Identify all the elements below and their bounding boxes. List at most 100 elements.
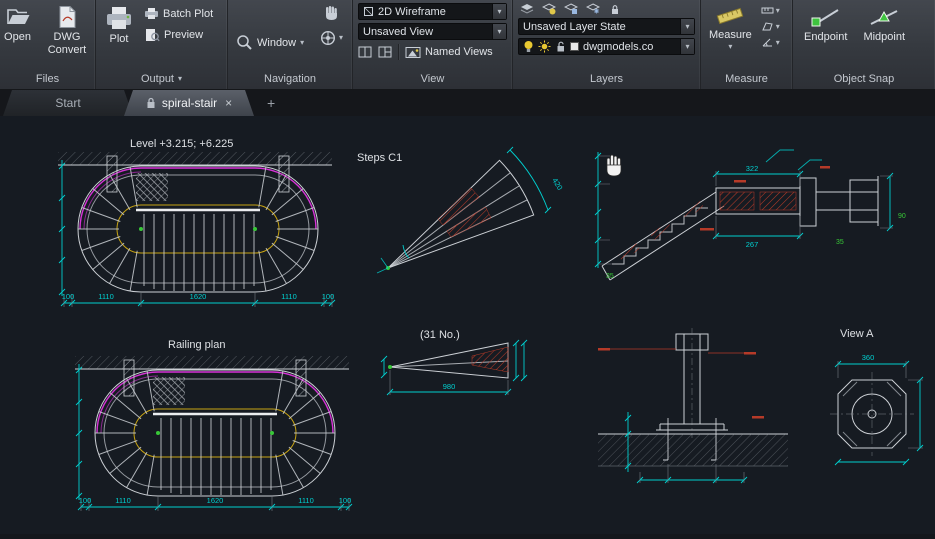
panel-files-body: Open DWG Convert bbox=[0, 0, 95, 69]
measure-dropdown-icon[interactable]: ▾ bbox=[728, 43, 732, 51]
open-label: Open bbox=[4, 31, 31, 43]
svg-text:1110: 1110 bbox=[98, 292, 114, 301]
view-label: View bbox=[420, 73, 445, 85]
output-label: Output bbox=[140, 73, 174, 85]
svg-text:360: 360 bbox=[862, 353, 875, 362]
measure-area-icon bbox=[762, 22, 773, 31]
pan-button[interactable] bbox=[323, 5, 339, 21]
dwg-convert-label: DWG Convert bbox=[47, 31, 87, 57]
preview-button[interactable]: Preview bbox=[141, 26, 216, 44]
layer-properties-icon[interactable] bbox=[520, 3, 534, 15]
tab-spiral-stair[interactable]: spiral-stair × bbox=[124, 90, 254, 116]
svg-text:1620: 1620 bbox=[190, 292, 207, 301]
layers-label: Layers bbox=[589, 73, 624, 85]
midpoint-snap-button[interactable]: Midpoint bbox=[860, 3, 908, 66]
plot-button[interactable]: Plot bbox=[101, 3, 137, 66]
model-space-canvas[interactable]: Level +3.215; +6.225 Steps C1 Railing pl… bbox=[0, 116, 935, 534]
measure-distance-icon bbox=[761, 7, 774, 14]
measure-area-button[interactable]: ▾ bbox=[761, 21, 780, 32]
plan-view-level: 100 1110 1620 1110 100 bbox=[56, 150, 337, 309]
svg-text:1110: 1110 bbox=[115, 496, 131, 505]
layer-freeze-icon[interactable] bbox=[586, 3, 600, 15]
viewport-config-icon[interactable] bbox=[358, 46, 372, 58]
panel-view: 2D Wireframe ▾ Unsaved View ▾ Named View… bbox=[353, 0, 513, 89]
navigation-label: Navigation bbox=[264, 73, 316, 85]
visual-style-dropdown-icon[interactable]: ▾ bbox=[492, 4, 506, 19]
pan-hand-icon bbox=[326, 6, 338, 20]
view-combo[interactable]: Unsaved View ▾ bbox=[358, 23, 507, 40]
panel-label-object-snap: Object Snap bbox=[793, 69, 935, 89]
svg-text:1110: 1110 bbox=[298, 496, 314, 505]
level-label: Level +3.215; +6.225 bbox=[130, 138, 233, 150]
panel-navigation: Window ▾ ▾ Navigation bbox=[228, 0, 353, 89]
layer-color-swatch[interactable] bbox=[570, 42, 579, 51]
plot-printer-icon bbox=[107, 7, 131, 29]
measure-button[interactable]: Measure ▾ bbox=[706, 3, 755, 66]
panel-measure: Measure ▾ ▾ ▾ ▾ Measure bbox=[701, 0, 793, 89]
measure-label: Measure bbox=[725, 73, 768, 85]
panel-label-view: View bbox=[353, 69, 512, 89]
layer-state-dropdown-icon[interactable]: ▾ bbox=[680, 19, 694, 34]
svg-text:267: 267 bbox=[746, 240, 759, 249]
unlock-icon[interactable] bbox=[555, 40, 566, 53]
dwg-convert-button[interactable]: DWG Convert bbox=[40, 3, 94, 66]
layer-isolate-icon[interactable] bbox=[564, 3, 578, 15]
tab-start[interactable]: Start bbox=[3, 90, 133, 116]
ribbon: Open DWG Convert Files Plot Batch Plot P… bbox=[0, 0, 935, 90]
dwg-file-icon bbox=[59, 6, 76, 28]
preview-label: Preview bbox=[164, 29, 204, 41]
endpoint-snap-button[interactable]: Endpoint bbox=[801, 3, 850, 66]
svg-text:100: 100 bbox=[62, 292, 75, 301]
zoom-window-button[interactable]: Window ▾ bbox=[233, 19, 307, 66]
object-snap-label: Object Snap bbox=[833, 73, 895, 85]
open-button[interactable]: Open bbox=[1, 3, 34, 66]
batch-plot-label: Batch Plot bbox=[163, 7, 214, 20]
svg-text:100: 100 bbox=[339, 496, 352, 505]
railing-plan-view: 100 1110 1620 1110 100 bbox=[73, 354, 354, 513]
file-tab-bar: Start spiral-stair × + bbox=[0, 90, 935, 116]
measure-angle-button[interactable]: ▾ bbox=[761, 37, 780, 48]
batch-plot-button[interactable]: Batch Plot bbox=[141, 5, 216, 22]
steering-wheel-button[interactable]: ▾ bbox=[320, 30, 343, 46]
measure-label-text: Measure bbox=[709, 29, 752, 41]
visual-style-combo[interactable]: 2D Wireframe ▾ bbox=[358, 3, 507, 20]
panel-view-body: 2D Wireframe ▾ Unsaved View ▾ Named View… bbox=[353, 0, 512, 69]
output-expander-icon[interactable]: ▾ bbox=[178, 75, 182, 83]
panel-label-navigation: Navigation bbox=[228, 69, 352, 89]
svg-text:1620: 1620 bbox=[207, 496, 224, 505]
svg-text:980: 980 bbox=[443, 382, 456, 391]
panel-object-snap-body: Endpoint Midpoint bbox=[793, 0, 935, 69]
panel-files: Open DWG Convert Files bbox=[0, 0, 96, 89]
new-tab-button[interactable]: + bbox=[259, 90, 283, 116]
wireframe-icon bbox=[364, 7, 373, 16]
preview-icon bbox=[146, 29, 160, 42]
lock-icon bbox=[146, 97, 156, 109]
viewport-join-icon[interactable] bbox=[378, 46, 392, 58]
zoom-window-label: Window bbox=[257, 36, 297, 49]
layer-state-combo[interactable]: Unsaved Layer State ▾ bbox=[518, 18, 695, 35]
layer-combo[interactable]: dwgmodels.co ▾ bbox=[518, 38, 695, 55]
panel-layers: Unsaved Layer State ▾ dwgmodels.co ▾ Lay… bbox=[513, 0, 701, 89]
count-label: (31 No.) bbox=[420, 329, 460, 341]
named-views-button[interactable]: Named Views bbox=[405, 46, 493, 59]
visual-style-value: 2D Wireframe bbox=[378, 5, 446, 18]
drawing-viewport[interactable]: Level +3.215; +6.225 Steps C1 Railing pl… bbox=[0, 116, 935, 534]
view-a-label: View A bbox=[840, 328, 874, 340]
svg-text:100: 100 bbox=[322, 292, 335, 301]
sun-thaw-icon[interactable] bbox=[538, 40, 551, 53]
measure-distance-button[interactable]: ▾ bbox=[761, 5, 780, 16]
layer-off-icon[interactable] bbox=[542, 3, 556, 15]
bulb-on-icon[interactable] bbox=[523, 40, 534, 53]
svg-text:90: 90 bbox=[898, 213, 906, 220]
view-combo-value: Unsaved View bbox=[363, 25, 434, 38]
pan-cursor bbox=[606, 154, 622, 177]
view-combo-dropdown-icon[interactable]: ▾ bbox=[492, 24, 506, 39]
tab-spiral-stair-label: spiral-stair bbox=[161, 96, 218, 110]
panel-label-output: Output ▾ bbox=[96, 69, 227, 89]
tab-close-icon[interactable]: × bbox=[225, 96, 232, 110]
step-detail: 980 bbox=[380, 339, 528, 396]
layer-lock-icon[interactable] bbox=[608, 3, 622, 15]
layer-tools-row bbox=[518, 3, 695, 15]
column-base-detail bbox=[598, 328, 788, 484]
layer-dropdown-icon[interactable]: ▾ bbox=[680, 39, 694, 54]
